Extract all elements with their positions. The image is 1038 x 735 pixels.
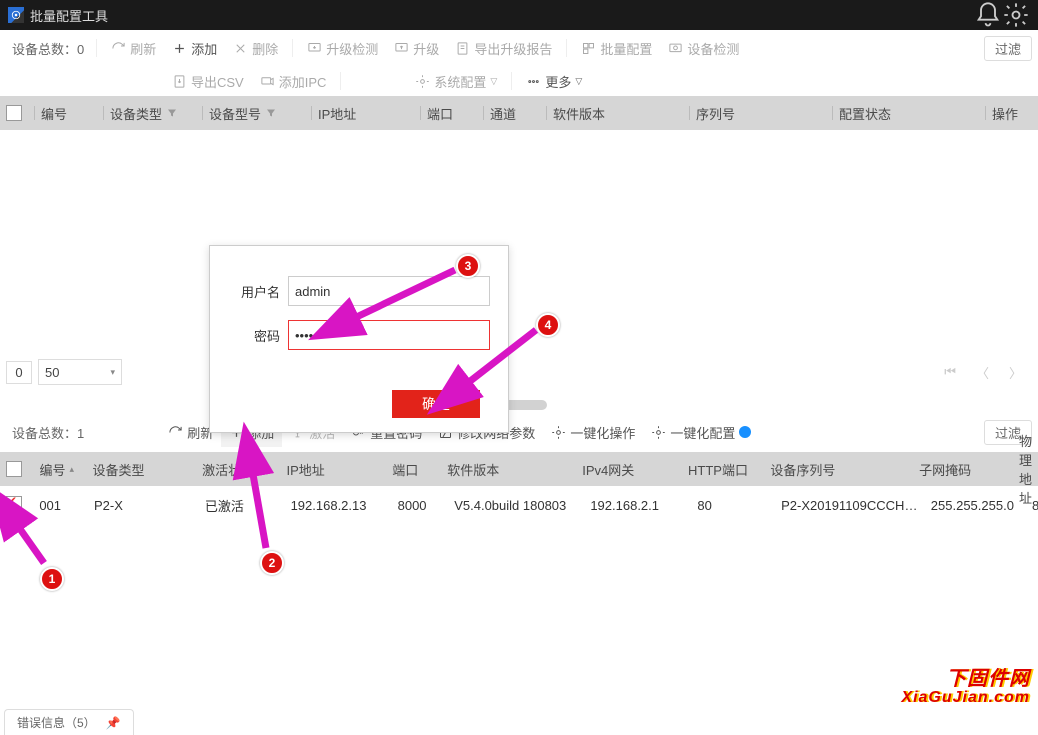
cell-ip: 192.168.2.13 (285, 498, 392, 513)
top-toolbar: 设备总数：0 刷新 添加 删除 升级检测 升级 导出升级报告 批量配置 设备检测… (0, 30, 1038, 96)
table-header-top: 编号 设备类型 设备型号 IP地址 端口 通道 软件版本 序列号 配置状态 操作 (0, 96, 1038, 130)
oneclick-cfg-button[interactable]: 一键化配置 (643, 417, 759, 447)
password-input[interactable] (288, 320, 490, 350)
col2-serial[interactable]: 设备序列号 (764, 460, 913, 479)
export-csv-button[interactable]: 导出CSV (164, 66, 252, 96)
cell-activate: 已激活 (199, 496, 285, 515)
col-serial[interactable]: 序列号 (690, 104, 832, 123)
cell-index: 001 (33, 498, 88, 513)
row-checkbox[interactable] (6, 496, 22, 512)
col2-index[interactable]: 编号▴ (33, 460, 86, 479)
cell-port: 8000 (392, 498, 449, 513)
password-label: 密码 (228, 326, 288, 345)
pager-first-icon[interactable]: ⏮ (944, 364, 956, 380)
cell-serial: P2-X20191109CCCHD... (775, 498, 925, 513)
export-report-button[interactable]: 导出升级报告 (447, 33, 560, 63)
table-row[interactable]: 001 P2-X 已激活 192.168.2.13 8000 V5.4.0bui… (0, 486, 1038, 524)
col2-mac[interactable]: 物理地址 (1013, 431, 1038, 507)
delete-button[interactable]: 删除 (225, 33, 286, 63)
add-button-top[interactable]: 添加 (164, 33, 225, 63)
table-body-top-empty (0, 130, 1038, 350)
cell-gateway: 192.168.2.1 (584, 498, 691, 513)
page-size-select[interactable]: 50▾ (38, 359, 122, 385)
select-all-top[interactable] (6, 105, 22, 121)
cell-mac: 84-9a-40-f6- (1026, 498, 1038, 513)
pager-next-icon[interactable]: 〉 (1009, 363, 1022, 382)
col-port[interactable]: 端口 (421, 104, 483, 123)
pager-prev-icon[interactable]: 〈 (976, 363, 989, 382)
upgrade-button[interactable]: 升级 (386, 33, 447, 63)
col-devtype[interactable]: 设备类型 (104, 104, 202, 123)
device-count-top: 设备总数：0 (6, 39, 90, 58)
titlebar: 批量配置工具 (0, 0, 1038, 30)
cell-mask: 255.255.255.0 (925, 498, 1026, 513)
col-version[interactable]: 软件版本 (547, 104, 689, 123)
error-info-tab[interactable]: 错误信息（5） 📌 (4, 709, 134, 735)
pin-icon: 📌 (106, 716, 121, 730)
col-index[interactable]: 编号 (35, 104, 103, 123)
settings-icon[interactable] (1002, 1, 1030, 29)
device-count-bottom: 设备总数：1 (6, 423, 90, 442)
username-input[interactable] (288, 276, 490, 306)
watermark: 下固件网 XiaGuJian.com (901, 669, 1030, 707)
col-ip[interactable]: IP地址 (312, 104, 420, 123)
annotation-2: 2 (260, 551, 284, 575)
col-action[interactable]: 操作 (986, 104, 1038, 123)
col-model[interactable]: 设备型号 (203, 104, 311, 123)
cell-version: V5.4.0build 180803 (448, 498, 584, 513)
bell-icon[interactable] (974, 1, 1002, 29)
username-label: 用户名 (228, 282, 288, 301)
col-cfgstate[interactable]: 配置状态 (833, 104, 985, 123)
info-dot-icon (739, 426, 751, 438)
page-number[interactable]: 0 (6, 361, 32, 384)
annotation-1: 1 (40, 567, 64, 591)
annotation-3: 3 (456, 254, 480, 278)
oneclick-op-button[interactable]: 一键化操作 (543, 417, 643, 447)
col2-http[interactable]: HTTP端口 (682, 460, 764, 479)
more-button[interactable]: 更多▽ (518, 66, 590, 96)
table-header-bottom: 编号▴ 设备类型 激活状态 IP地址 端口 软件版本 IPv4网关 HTTP端口… (0, 452, 1038, 486)
annotation-4: 4 (536, 313, 560, 337)
app-title: 批量配置工具 (30, 6, 108, 25)
filter-button-top[interactable]: 过滤 (984, 36, 1032, 61)
add-ipc-button[interactable]: 添加IPC (252, 66, 335, 96)
device-check-button[interactable]: 设备检测 (660, 33, 747, 63)
refresh-button[interactable]: 刷新 (103, 33, 164, 63)
bulk-config-button[interactable]: 批量配置 (573, 33, 660, 63)
select-all-bottom[interactable] (6, 461, 22, 477)
col2-port[interactable]: 端口 (386, 460, 441, 479)
col2-mask[interactable]: 子网掩码 (913, 460, 1013, 479)
upgrade-check-button[interactable]: 升级检测 (299, 33, 386, 63)
col-channel[interactable]: 通道 (484, 104, 546, 123)
col2-activate[interactable]: 激活状态 (196, 460, 280, 479)
col2-ip[interactable]: IP地址 (280, 460, 386, 479)
cell-devtype: P2-X (88, 498, 199, 513)
confirm-button[interactable]: 确定 (392, 390, 480, 418)
col2-version[interactable]: 软件版本 (441, 460, 576, 479)
system-config-button[interactable]: 系统配置▽ (407, 66, 505, 96)
bottom-toolbar: 设备总数：1 刷新 添加 激活 重置密码 修改网络参数 一键化操作 一键化配置 … (0, 412, 1038, 452)
pager-bar: 0 50▾ ⏮ 〈 〉 (0, 350, 1038, 394)
col2-gateway[interactable]: IPv4网关 (576, 460, 682, 479)
cell-http: 80 (691, 498, 775, 513)
app-logo (8, 7, 24, 23)
col2-devtype[interactable]: 设备类型 (87, 460, 197, 479)
